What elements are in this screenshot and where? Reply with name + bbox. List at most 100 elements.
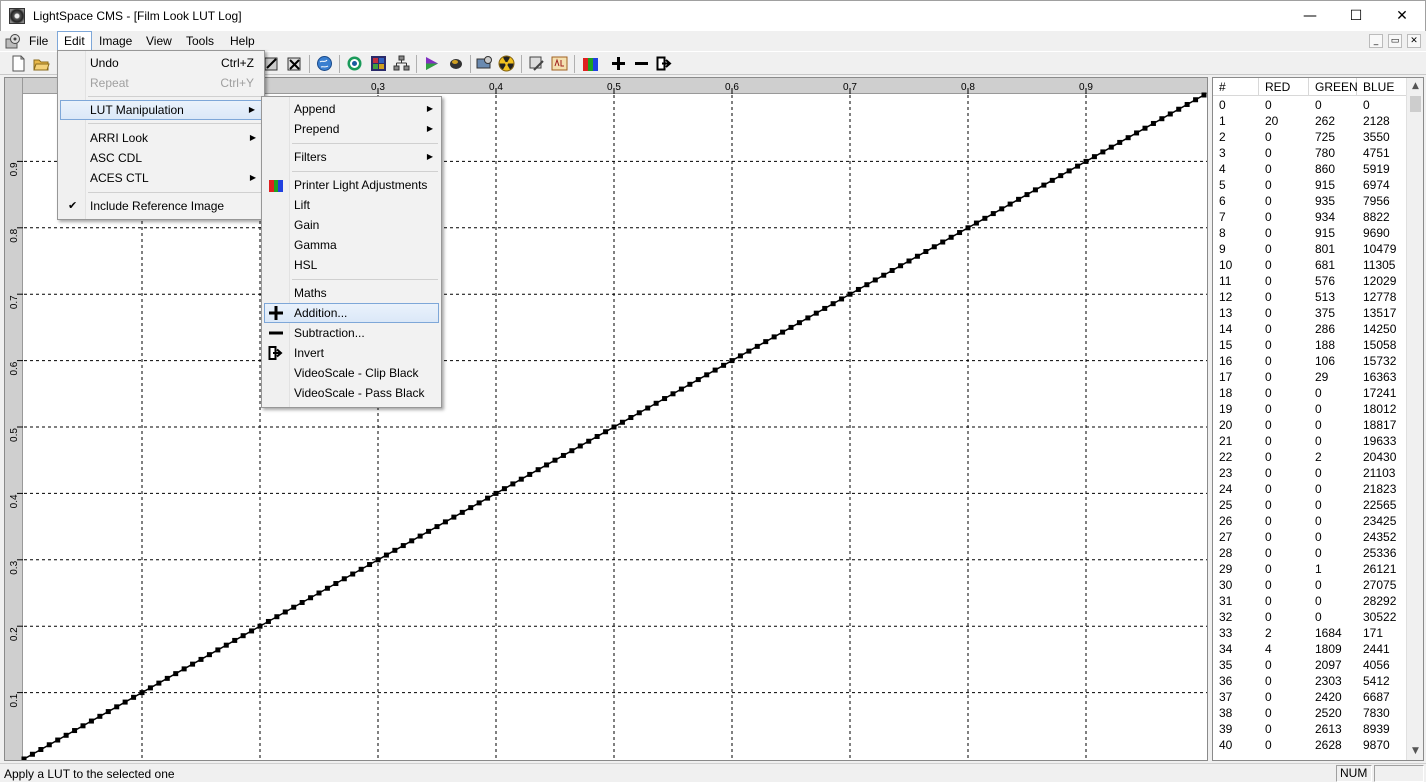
delete-lut-icon[interactable] [286, 55, 303, 72]
rgb-bars-icon[interactable] [582, 55, 599, 72]
table-row[interactable]: 24 0 0 21823 [1213, 481, 1407, 497]
menu-item-lut-manipulation[interactable]: LUT Manipulation ▶ [60, 100, 262, 120]
mdi-close-button[interactable]: ✕ [1407, 34, 1421, 48]
table-row[interactable]: 30 0 0 27075 [1213, 577, 1407, 593]
table-row[interactable]: 37 0 2420 6687 [1213, 689, 1407, 705]
menu-item-videoscale-pass-black[interactable]: VideoScale - Pass Black [264, 383, 439, 403]
menu-item-repeat[interactable]: Repeat Ctrl+Y [60, 73, 262, 93]
play-color-icon[interactable] [423, 55, 440, 72]
document-settings-icon[interactable] [5, 33, 22, 49]
table-row[interactable]: 23 0 0 21103 [1213, 465, 1407, 481]
lut-tools-icon[interactable] [528, 55, 545, 72]
close-button[interactable]: ✕ [1379, 1, 1425, 31]
network-icon[interactable] [393, 55, 410, 72]
maximize-button[interactable]: ☐ [1333, 1, 1379, 31]
column-header-blue[interactable]: BLUE [1357, 78, 1407, 96]
table-row[interactable]: 12 0 513 12778 [1213, 289, 1407, 305]
table-row[interactable]: 0 0 0 0 [1213, 97, 1407, 113]
table-row[interactable]: 19 0 0 18012 [1213, 401, 1407, 417]
probe-icon[interactable] [447, 55, 464, 72]
menu-item-addition[interactable]: Addition... [264, 303, 439, 323]
menu-item-filters[interactable]: Filters ▶ [264, 147, 439, 167]
table-row[interactable]: 34 4 1809 2441 [1213, 641, 1407, 657]
mdi-restore-button[interactable]: ▭ [1388, 34, 1402, 48]
table-row[interactable]: 20 0 0 18817 [1213, 417, 1407, 433]
column-header-red[interactable]: RED [1259, 78, 1309, 96]
table-row[interactable]: 15 0 188 15058 [1213, 337, 1407, 353]
menu-item-lift[interactable]: Lift [264, 195, 439, 215]
table-row[interactable]: 11 0 576 12029 [1213, 273, 1407, 289]
table-row[interactable]: 22 0 2 20430 [1213, 449, 1407, 465]
table-row[interactable]: 7 0 934 8822 [1213, 209, 1407, 225]
globe-icon[interactable] [316, 55, 333, 72]
menu-item-videoscale-clip-black[interactable]: VideoScale - Clip Black [264, 363, 439, 383]
table-row[interactable]: 14 0 286 14250 [1213, 321, 1407, 337]
table-row[interactable]: 16 0 106 15732 [1213, 353, 1407, 369]
menu-item-append[interactable]: Append ▶ [264, 99, 439, 119]
radiation-icon[interactable] [498, 55, 515, 72]
menu-file[interactable]: File [23, 31, 54, 51]
target-icon[interactable] [346, 55, 363, 72]
menu-item-hsl[interactable]: HSL [264, 255, 439, 275]
table-row[interactable]: 36 0 2303 5412 [1213, 673, 1407, 689]
minimize-button[interactable]: — [1287, 1, 1333, 31]
mdi-minimize-button[interactable]: _ [1369, 34, 1383, 48]
scroll-up-icon[interactable]: ▲ [1407, 78, 1423, 95]
menu-image[interactable]: Image [93, 31, 138, 51]
menu-item-gamma[interactable]: Gamma [264, 235, 439, 255]
table-row[interactable]: 31 0 0 28292 [1213, 593, 1407, 609]
table-row[interactable]: 29 0 1 26121 [1213, 561, 1407, 577]
menu-edit[interactable]: Edit [57, 31, 92, 51]
edit-lut-icon[interactable] [263, 55, 280, 72]
asc-cdl-icon[interactable] [551, 55, 568, 72]
menu-view[interactable]: View [140, 31, 178, 51]
menu-help[interactable]: Help [224, 31, 261, 51]
table-row[interactable]: 33 2 1684 171 [1213, 625, 1407, 641]
table-row[interactable]: 13 0 375 13517 [1213, 305, 1407, 321]
table-row[interactable]: 5 0 915 6974 [1213, 177, 1407, 193]
column-header-index[interactable]: # [1213, 78, 1259, 96]
table-row[interactable]: 40 0 2628 9870 [1213, 737, 1407, 753]
display-settings-icon[interactable] [476, 55, 493, 72]
table-row[interactable]: 10 0 681 11305 [1213, 257, 1407, 273]
menu-tools[interactable]: Tools [180, 31, 220, 51]
table-row[interactable]: 2 0 725 3550 [1213, 129, 1407, 145]
table-row[interactable]: 6 0 935 7956 [1213, 193, 1407, 209]
minus-icon[interactable] [633, 55, 650, 72]
scroll-thumb[interactable] [1410, 96, 1421, 112]
new-file-icon[interactable] [10, 55, 27, 72]
table-row[interactable]: 35 0 2097 4056 [1213, 657, 1407, 673]
color-cube-icon[interactable] [370, 55, 387, 72]
table-row[interactable]: 27 0 0 24352 [1213, 529, 1407, 545]
menu-item-invert[interactable]: Invert [264, 343, 439, 363]
scroll-down-icon[interactable]: ▼ [1407, 743, 1423, 760]
app-icon[interactable] [9, 8, 25, 24]
table-row[interactable]: 17 0 29 16363 [1213, 369, 1407, 385]
table-row[interactable]: 1 20 262 2128 [1213, 113, 1407, 129]
table-row[interactable]: 38 0 2520 7830 [1213, 705, 1407, 721]
menu-item-printer-light-adjustments[interactable]: Printer Light Adjustments [264, 175, 439, 195]
column-header-green[interactable]: GREEN [1309, 78, 1358, 96]
open-folder-icon[interactable] [33, 55, 50, 72]
table-row[interactable]: 21 0 0 19633 [1213, 433, 1407, 449]
invert-icon[interactable] [656, 55, 673, 72]
menu-item-gain[interactable]: Gain [264, 215, 439, 235]
lut-data-table[interactable]: # RED GREEN BLUE 0 0 0 0 1 20 262 2128 2 0 725 3550… [1212, 77, 1424, 761]
table-row[interactable]: 4 0 860 5919 [1213, 161, 1407, 177]
menu-item-subtraction[interactable]: Subtraction... [264, 323, 439, 343]
table-row[interactable]: 39 0 2613 8939 [1213, 721, 1407, 737]
table-row[interactable]: 32 0 0 30522 [1213, 609, 1407, 625]
table-row[interactable]: 26 0 0 23425 [1213, 513, 1407, 529]
table-row[interactable]: 8 0 915 9690 [1213, 225, 1407, 241]
menu-item-aces-ctl[interactable]: ACES CTL ▶ [60, 168, 262, 188]
menu-item-arri-look[interactable]: ARRI Look ▶ [60, 128, 262, 148]
table-row[interactable]: 18 0 0 17241 [1213, 385, 1407, 401]
plus-icon[interactable] [610, 55, 627, 72]
menu-item-maths[interactable]: Maths [264, 283, 439, 303]
menu-item-asc-cdl[interactable]: ASC CDL [60, 148, 262, 168]
table-scrollbar[interactable]: ▲ ▼ [1406, 78, 1423, 760]
menu-item-undo[interactable]: Undo Ctrl+Z [60, 53, 262, 73]
table-row[interactable]: 25 0 0 22565 [1213, 497, 1407, 513]
menu-item-include-reference-image[interactable]: ✔ Include Reference Image [60, 196, 262, 216]
table-row[interactable]: 9 0 801 10479 [1213, 241, 1407, 257]
